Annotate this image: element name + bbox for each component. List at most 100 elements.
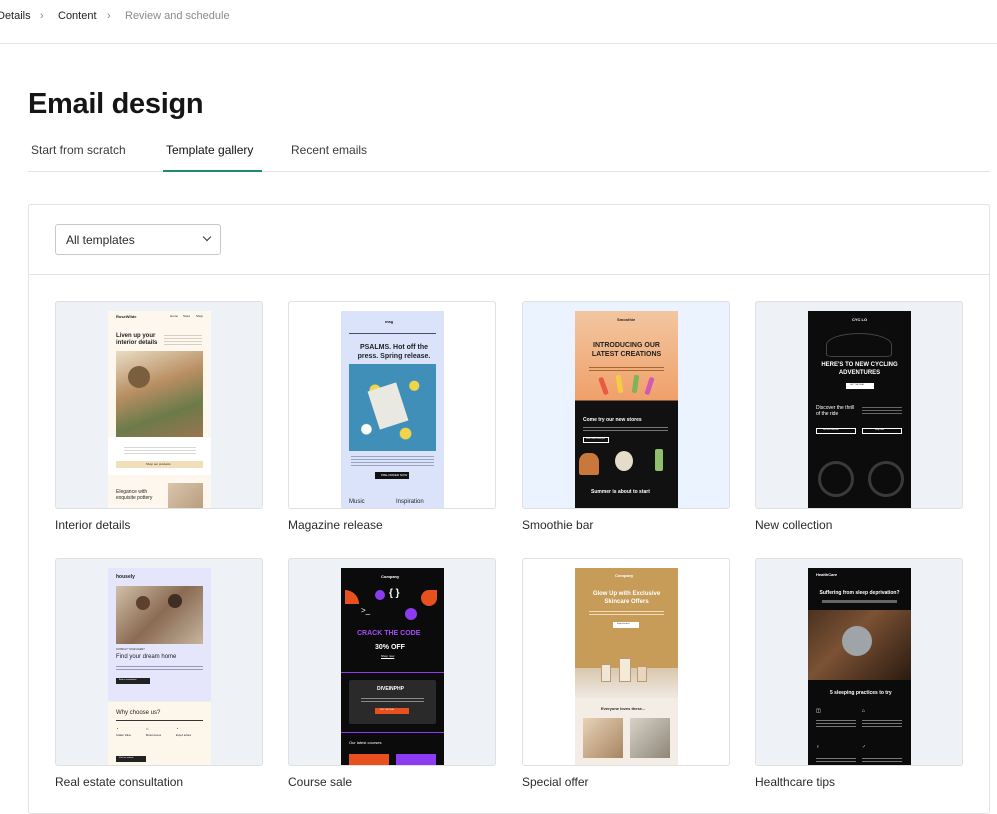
preview-product-photo xyxy=(583,718,623,758)
preview-section: Our latest courses xyxy=(349,740,382,745)
template-card-special-offer[interactable]: Company Glow Up with Exclusive Skincare … xyxy=(522,558,730,798)
preview-shape xyxy=(421,590,437,606)
preview-text-lines xyxy=(589,609,664,615)
preview-button: GET THE DEAL xyxy=(846,383,874,389)
template-card-magazine-release[interactable]: mag PSALMS. Hot off the press. Spring re… xyxy=(288,301,496,541)
template-filter-select[interactable]: All templates xyxy=(55,224,221,255)
template-thumbnail: Smoothie INTRODUCING OUR LATEST CREATION… xyxy=(522,301,730,509)
preview-product-photo xyxy=(630,718,670,758)
active-tab-indicator xyxy=(163,170,262,172)
preview-brand: HealthCare xyxy=(816,572,838,577)
divider xyxy=(29,274,989,275)
preview-tip-icon: ♂ xyxy=(862,744,866,750)
tab-bar: Start from scratch Template gallery Rece… xyxy=(28,134,990,172)
preview-text-lines xyxy=(351,454,434,466)
preview-brand: Smoothie xyxy=(617,317,636,322)
preview-feature-icon: ⌂ xyxy=(146,726,149,731)
preview-brand: RoseWilde xyxy=(116,314,137,319)
divider xyxy=(341,732,444,733)
template-thumbnail: CYC LO HERE'S TO NEW CYCLING ADVENTURES … xyxy=(755,301,963,509)
divider xyxy=(341,672,444,673)
template-name: Magazine release xyxy=(288,518,383,532)
preview-photo xyxy=(116,351,203,437)
preview-nav: Store xyxy=(183,314,191,318)
template-name: Course sale xyxy=(288,775,353,789)
preview-shape xyxy=(405,608,417,620)
preview-terminal-icon: >_ xyxy=(361,606,371,615)
template-name: Smoothie bar xyxy=(522,518,594,532)
preview-person xyxy=(168,594,182,608)
preview-shape xyxy=(345,590,359,604)
preview-text-lines xyxy=(583,425,668,433)
preview-bike-wheel xyxy=(818,461,854,497)
preview-bottle xyxy=(598,376,609,396)
preview-text-lines xyxy=(164,333,202,347)
email-preview: housely CONSULT YOUR AGENT Find your dre… xyxy=(108,568,211,765)
tab-template-gallery[interactable]: Template gallery xyxy=(166,143,253,157)
preview-koala xyxy=(842,626,872,656)
template-card-smoothie-bar[interactable]: Smoothie INTRODUCING OUR LATEST CREATION… xyxy=(522,301,730,541)
breadcrumb-item-content[interactable]: Content xyxy=(58,10,97,22)
preview-button: See the collection xyxy=(816,428,856,434)
template-card-real-estate-consultation[interactable]: housely CONSULT YOUR AGENT Find your dre… xyxy=(55,558,263,798)
preview-photo xyxy=(116,586,203,644)
preview-kicker: CONSULT YOUR AGENT xyxy=(116,648,145,651)
breadcrumb-item-review: Review and schedule xyxy=(125,10,230,22)
preview-offer: 30% OFF xyxy=(375,644,405,651)
preview-text-lines xyxy=(361,696,424,702)
preview-text-lines xyxy=(862,405,902,415)
email-preview: CYC LO HERE'S TO NEW CYCLING ADVENTURES … xyxy=(808,311,911,508)
preview-tip-icon: ♀ xyxy=(816,744,820,750)
preview-code-icon: { } xyxy=(389,588,400,599)
preview-text-lines xyxy=(862,756,902,762)
preview-column-title: Inspiration xyxy=(396,499,424,505)
email-preview: Smoothie INTRODUCING OUR LATEST CREATION… xyxy=(575,311,678,508)
preview-footer: Summer is about to start xyxy=(591,489,650,495)
preview-headline: Find your dream home xyxy=(116,654,177,660)
preview-fruit xyxy=(615,451,633,471)
preview-button: Find a store near you xyxy=(583,437,609,443)
preview-bottle xyxy=(655,449,663,471)
template-card-interior-details[interactable]: RoseWilde Home Store Shop Liven up your … xyxy=(55,301,263,541)
preview-text-lines xyxy=(816,718,856,728)
chevron-right-icon: › xyxy=(107,10,111,22)
tab-recent-emails[interactable]: Recent emails xyxy=(291,143,367,157)
template-thumbnail: housely CONSULT YOUR AGENT Find your dre… xyxy=(55,558,263,766)
preview-text-lines xyxy=(816,756,856,762)
preview-button: Shop our products xyxy=(116,461,203,468)
preview-subhead: Come try our new stores xyxy=(583,417,642,423)
preview-text-lines xyxy=(589,365,664,371)
divider xyxy=(349,333,436,334)
preview-bottle xyxy=(615,374,624,394)
preview-text-lines xyxy=(116,664,203,672)
preview-button: Shop the deal xyxy=(613,622,639,628)
preview-brand: Company xyxy=(615,573,634,578)
template-thumbnail: HealthCare Suffering from sleep deprivat… xyxy=(755,558,963,766)
preview-photo xyxy=(168,483,203,508)
preview-column-title: Music xyxy=(349,499,365,505)
template-name: Healthcare tips xyxy=(755,775,836,789)
preview-brand: mag xyxy=(385,319,394,324)
template-card-course-sale[interactable]: Company { } >_ CRACK THE CODE 30% OFF Sh… xyxy=(288,558,496,798)
preview-section: Why choose us? xyxy=(116,710,161,716)
template-thumbnail: Company Glow Up with Exclusive Skincare … xyxy=(522,558,730,766)
email-preview: Company { } >_ CRACK THE CODE 30% OFF Sh… xyxy=(341,568,444,765)
preview-button: Book a consultation xyxy=(116,678,150,684)
preview-product-box: DIVEINPHP GET THE DEAL xyxy=(349,680,436,724)
preview-bottle xyxy=(601,664,611,682)
preview-tip-icon: ⌂ xyxy=(862,708,866,714)
breadcrumb: Details › Content › Review and schedule xyxy=(0,0,997,44)
template-card-new-collection[interactable]: CYC LO HERE'S TO NEW CYCLING ADVENTURES … xyxy=(755,301,963,541)
template-thumbnail: mag PSALMS. Hot off the press. Spring re… xyxy=(288,301,496,509)
preview-text-lines xyxy=(822,600,897,603)
preview-body: Discover the thrill of the ride xyxy=(816,405,855,417)
preview-button: Visit our website xyxy=(116,756,146,762)
preview-footer-heading: Elegance with exquisite pottery xyxy=(116,489,153,501)
tab-start-from-scratch[interactable]: Start from scratch xyxy=(31,143,126,157)
preview-nav: Home xyxy=(170,314,179,318)
template-card-healthcare-tips[interactable]: HealthCare Suffering from sleep deprivat… xyxy=(755,558,963,798)
template-name: New collection xyxy=(755,518,833,532)
email-preview: RoseWilde Home Store Shop Liven up your … xyxy=(108,311,211,508)
breadcrumb-item-details[interactable]: Details xyxy=(0,10,31,22)
preview-headline: Liven up your interior details xyxy=(116,333,158,346)
